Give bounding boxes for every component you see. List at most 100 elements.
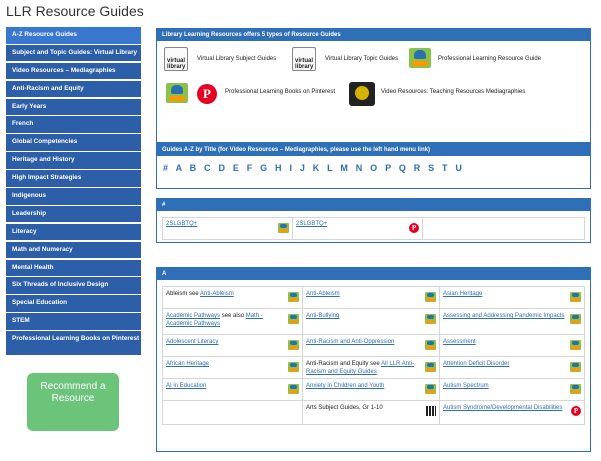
- sidebar-item-video-resources[interactable]: Video Resources – Mediagraphies: [6, 62, 141, 80]
- type-professional-learning: Professional Learning Resource Guide: [438, 56, 542, 62]
- sidebar-item-stem[interactable]: STEM: [6, 313, 141, 330]
- guide-cell: Attention Deficit Disorder: [439, 356, 585, 379]
- type-subject-guides: Virtual Library Subject Guides: [197, 56, 277, 62]
- guide-link[interactable]: Anti-Ableism: [200, 291, 234, 297]
- alphabet-links[interactable]: # A B C D E F G H I J K L M N O P Q R S …: [163, 163, 462, 173]
- sidebar-item-six-threads[interactable]: Six Threads of Inclusive Design: [6, 277, 141, 294]
- guide-text: see also: [220, 313, 246, 319]
- pinterest-icon: P: [571, 406, 581, 416]
- guide-cell: Adolescent Literacy: [162, 334, 303, 357]
- recommend-resource-button[interactable]: Recommend a Resource: [27, 373, 119, 431]
- sidebar-item-virtual-library[interactable]: Subject and Topic Guides: Virtual Librar…: [6, 44, 141, 62]
- sidebar-item-anti-racism[interactable]: Anti-Racism and Equity: [6, 80, 141, 98]
- guide-link[interactable]: Attention Deficit Disorder: [443, 361, 509, 367]
- sidebar-item-indigenous[interactable]: Indigenous: [6, 188, 141, 205]
- owl-resource-icon: [570, 340, 581, 350]
- owl-resource-icon: [288, 340, 299, 350]
- sidebar-item-leadership[interactable]: Leadership: [6, 205, 141, 223]
- sidebar-item-pinterest-books[interactable]: Professional Learning Books on Pinterest: [6, 331, 141, 356]
- guide-link[interactable]: Assessment: [443, 339, 476, 345]
- type-pinterest-books: Professional Learning Books on Pinterest: [225, 89, 336, 95]
- guide-cell: Academic Pathways see also Math - Academ…: [162, 308, 303, 335]
- owl-resource-icon: [425, 362, 436, 372]
- pinterest-icon: P: [409, 223, 419, 233]
- guide-link[interactable]: Anxiety in Children and Youth: [306, 383, 384, 389]
- guide-cell: Ableism see Anti-Ableism: [162, 286, 303, 309]
- guide-types-header: Library Learning Resources offers 5 type…: [157, 29, 590, 41]
- type-video-resources: Video Resources: Teaching Resources Medi…: [381, 89, 526, 95]
- guide-cell: [162, 400, 303, 425]
- guide-cell: Anti-Ableism: [302, 286, 440, 309]
- guide-link[interactable]: Academic Pathways: [166, 313, 220, 319]
- guide-link[interactable]: Anti-Racism and Anti-Oppression: [306, 339, 394, 345]
- teaching-mediagraphies-icon: [349, 82, 375, 106]
- owl-resource-icon: [570, 384, 581, 394]
- table-row: Arts Subject Guides, Gr 1-10 Autism Syndr…: [162, 400, 585, 425]
- guide-link[interactable]: Autism Syndrome/Developmental Disabiliti…: [443, 405, 562, 411]
- owl-resource-icon: [570, 362, 581, 372]
- owl-resource-icon: [425, 314, 436, 324]
- sidebar-item-early-years[interactable]: Early Years: [6, 98, 141, 116]
- guide-link-2slgbtq-pinterest[interactable]: 2SLGBTQ+: [296, 221, 327, 227]
- guide-link[interactable]: Autism Spectrum: [443, 383, 489, 389]
- az-index-header: Guides A-Z by Title (for Video Resources…: [157, 144, 590, 156]
- guide-text: Anti-Racism and Equity: [306, 361, 369, 367]
- hash-section-panel: # 2SLGBTQ+ 2SLGBTQ+ P: [156, 198, 591, 243]
- owl-resource-icon: [288, 362, 299, 372]
- sidebar-item-heritage[interactable]: Heritage and History: [6, 152, 141, 169]
- guide-cell: Arts Subject Guides, Gr 1-10: [302, 400, 440, 425]
- type-topic-guides: Virtual Library Topic Guides: [325, 56, 399, 62]
- owl-resource-icon: [409, 48, 431, 68]
- guide-link[interactable]: Assessing and Addressing Pandemic Impact…: [443, 313, 564, 319]
- sidebar-item-special-education[interactable]: Special Education: [6, 295, 141, 312]
- guide-cell: Anti-Racism and Anti-Oppression: [302, 334, 440, 357]
- a-guides-table: Ableism see Anti-Ableism Anti-Ableism Asia…: [162, 286, 585, 425]
- owl-resource-icon: [288, 314, 299, 324]
- a-section-header: A: [157, 268, 590, 280]
- table-row: Ableism see Anti-Ableism Anti-Ableism Asia…: [162, 286, 585, 309]
- guide-text: Arts Subject Guides, Gr 1-10: [306, 405, 383, 411]
- guide-link[interactable]: Anti-Bullying: [306, 313, 339, 319]
- sidebar-item-math[interactable]: Math and Numeracy: [6, 241, 141, 259]
- hash-guides-table: 2SLGBTQ+ 2SLGBTQ+ P: [162, 217, 585, 240]
- guide-cell: Anxiety in Children and Youth: [302, 378, 440, 401]
- page-title: LLR Resource Guides: [6, 3, 144, 19]
- guide-cell: Autism Spectrum: [439, 378, 585, 401]
- owl-resource-icon: [425, 340, 436, 350]
- sidebar-item-global-competencies[interactable]: Global Competencies: [6, 134, 141, 151]
- sidebar-item-high-impact[interactable]: High Impact Strategies: [6, 170, 141, 187]
- sidebar-item-mental-health[interactable]: Mental Health: [6, 259, 141, 277]
- guide-cell: AI in Education: [162, 378, 303, 401]
- owl-resource-icon: [570, 314, 581, 324]
- guide-cell: Anti-Bullying: [302, 308, 440, 335]
- table-row: African Heritage Anti-Racism and Equity s…: [162, 356, 585, 379]
- table-row: 2SLGBTQ+ 2SLGBTQ+ P: [162, 217, 585, 240]
- owl-resource-icon: [166, 83, 188, 103]
- guide-cell: Anti-Racism and Equity see All LLR Anti-…: [302, 356, 440, 379]
- owl-resource-icon: [425, 384, 436, 394]
- guide-types-panel: Library Learning Resources offers 5 type…: [156, 28, 591, 143]
- az-index-panel: Guides A-Z by Title (for Video Resources…: [156, 143, 591, 189]
- guide-link-2slgbtq[interactable]: 2SLGBTQ+: [166, 221, 197, 227]
- owl-resource-icon: [288, 292, 299, 302]
- sidebar-item-literacy[interactable]: Literacy: [6, 223, 141, 241]
- owl-resource-icon: [425, 292, 436, 302]
- owl-resource-icon: [288, 384, 299, 394]
- owl-resource-icon: [278, 223, 289, 233]
- guide-link[interactable]: Anti-Ableism: [306, 291, 340, 297]
- guide-cell: Asian Heritage: [439, 286, 585, 309]
- sidebar-item-french[interactable]: French: [6, 116, 141, 133]
- qr-code-icon: [426, 406, 436, 416]
- virtual-library-icon: virtual library: [292, 47, 316, 71]
- sidebar-item-a-z-guides[interactable]: A-Z Resource Guides: [6, 27, 141, 44]
- guide-link[interactable]: African Heritage: [166, 361, 209, 367]
- a-section-panel: A Ableism see Anti-Ableism Anti-Ableism As…: [156, 267, 591, 452]
- guide-cell: African Heritage: [162, 356, 303, 379]
- guide-link[interactable]: Adolescent Literacy: [166, 339, 218, 345]
- guide-link[interactable]: AI in Education: [166, 383, 206, 389]
- guide-cell: Assessing and Addressing Pandemic Impact…: [439, 308, 585, 335]
- guide-link[interactable]: Asian Heritage: [443, 291, 482, 297]
- sidebar-nav: A-Z Resource Guides Subject and Topic Gu…: [6, 27, 141, 357]
- guide-text: see: [368, 361, 382, 367]
- owl-resource-icon: [570, 292, 581, 302]
